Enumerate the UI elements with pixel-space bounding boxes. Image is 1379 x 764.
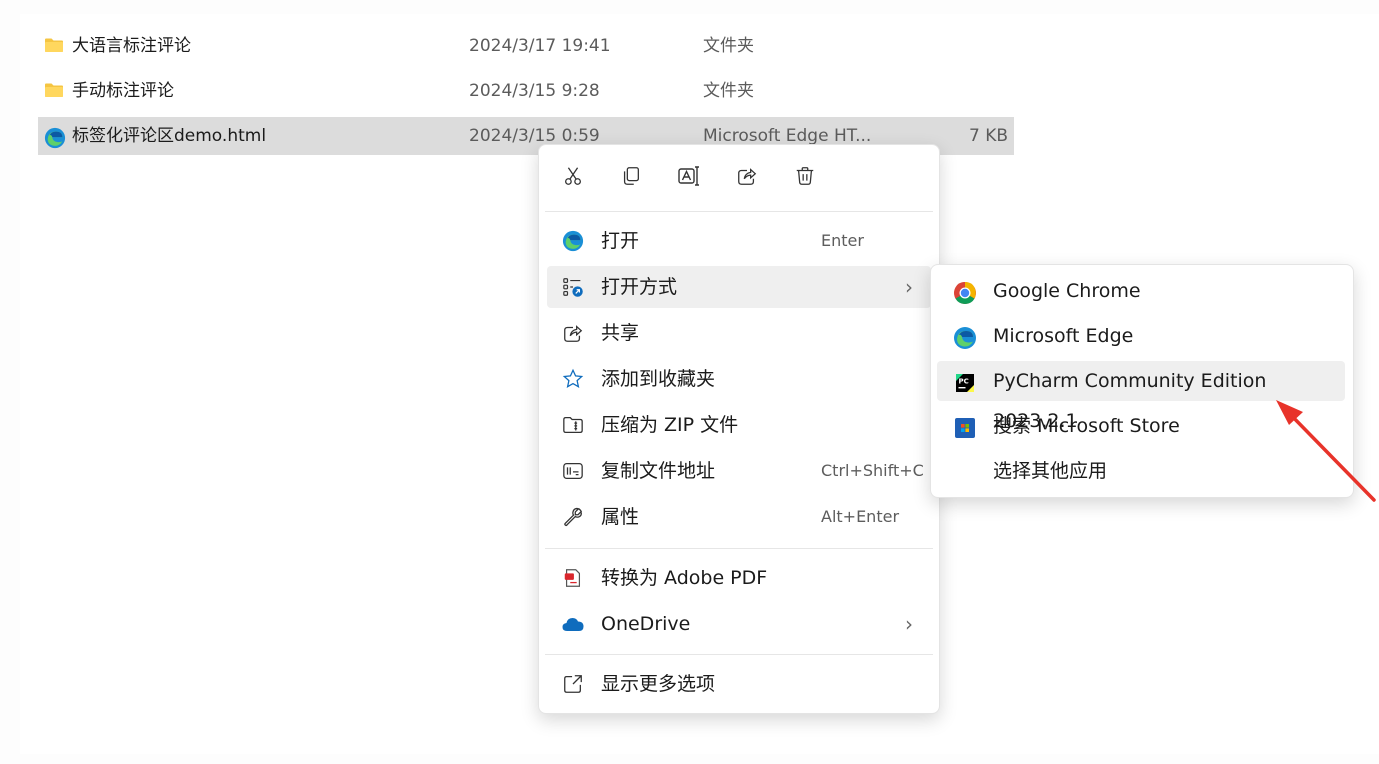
menu-item-label: 复制文件地址 (601, 460, 716, 482)
zip-icon (561, 413, 585, 437)
chrome-icon (953, 279, 977, 304)
file-date: 2024/3/15 9:28 (469, 81, 600, 101)
file-type: 文件夹 (703, 36, 754, 56)
more-options-icon (561, 672, 585, 696)
menu-item-add-favorite[interactable]: 添加到收藏夹 (547, 358, 931, 400)
menu-item-label: 压缩为 ZIP 文件 (601, 414, 739, 436)
menu-divider (545, 548, 933, 549)
menu-item-shortcut: Alt+Enter (821, 507, 900, 526)
share-icon (561, 321, 585, 345)
menu-item-label: 转换为 Adobe PDF (601, 567, 768, 589)
menu-item-show-more[interactable]: 显示更多选项 (547, 663, 931, 705)
file-type: 文件夹 (703, 81, 754, 101)
menu-item-label: 共享 (601, 322, 640, 344)
menu-item-open-with[interactable]: 打开方式 › (547, 266, 931, 308)
file-row-folder-2[interactable]: 手动标注评论 2024/3/15 9:28 文件夹 (38, 72, 1014, 110)
open-with-submenu: Google Chrome Microsoft Edge PC PyCharm … (930, 264, 1354, 498)
file-name: 大语言标注评论 (72, 36, 191, 56)
menu-item-copy-path[interactable]: 复制文件地址 Ctrl+Shift+C (547, 450, 931, 492)
cut-button[interactable] (557, 162, 589, 194)
share-icon (736, 165, 758, 191)
menu-item-share[interactable]: 共享 (547, 312, 931, 354)
open-with-icon (561, 275, 585, 299)
delete-button[interactable] (789, 162, 821, 194)
menu-item-label: OneDrive (601, 613, 691, 635)
store-icon (953, 414, 977, 438)
menu-item-label: 显示更多选项 (601, 673, 716, 695)
menu-item-open[interactable]: 打开 Enter (547, 220, 931, 262)
share-button[interactable] (731, 162, 763, 194)
menu-item-label: 添加到收藏夹 (601, 368, 716, 390)
submenu-item-edge[interactable]: Microsoft Edge (937, 316, 1345, 356)
pdf-icon (561, 566, 585, 590)
menu-divider (545, 211, 933, 212)
star-icon (561, 367, 585, 391)
pycharm-icon: PC (953, 369, 977, 393)
edge-icon (44, 125, 66, 163)
submenu-item-chrome[interactable]: Google Chrome (937, 271, 1345, 311)
copy-path-icon (561, 459, 585, 483)
file-size: 7 KB (968, 126, 1008, 146)
menu-item-convert-pdf[interactable]: 转换为 Adobe PDF (547, 557, 931, 599)
submenu-item-label: 搜索 Microsoft Store (993, 415, 1180, 437)
submenu-item-store[interactable]: 搜索 Microsoft Store (937, 406, 1345, 446)
context-menu: 打开 Enter 打开方式 › 共享 添加到收藏夹 压缩为 ZIP 文件 复制文… (538, 144, 940, 714)
chevron-right-icon: › (905, 612, 913, 636)
file-name: 标签化评论区demo.html (72, 126, 267, 146)
rename-button[interactable] (673, 162, 705, 194)
delete-icon (794, 165, 816, 191)
svg-text:PC: PC (959, 378, 969, 386)
menu-item-compress-zip[interactable]: 压缩为 ZIP 文件 (547, 404, 931, 446)
cut-icon (562, 165, 584, 191)
submenu-item-choose-other[interactable]: 选择其他应用 (937, 451, 1345, 491)
rename-icon (677, 164, 701, 192)
onedrive-icon (561, 612, 585, 636)
copy-icon (620, 165, 642, 191)
menu-item-shortcut: Enter (821, 231, 864, 250)
edge-icon (561, 229, 585, 253)
menu-item-properties[interactable]: 属性 Alt+Enter (547, 496, 931, 538)
menu-item-label: 属性 (601, 506, 640, 528)
file-row-folder-1[interactable]: 大语言标注评论 2024/3/17 19:41 文件夹 (38, 27, 1014, 65)
file-name: 手动标注评论 (72, 81, 174, 101)
menu-divider (545, 654, 933, 655)
submenu-item-label: Google Chrome (993, 280, 1141, 302)
menu-item-shortcut: Ctrl+Shift+C (821, 461, 924, 480)
folder-icon (44, 37, 64, 53)
submenu-item-label: Microsoft Edge (993, 325, 1134, 347)
menu-item-onedrive[interactable]: OneDrive › (547, 603, 931, 645)
chevron-right-icon: › (905, 275, 913, 299)
menu-item-label: 打开方式 (601, 276, 678, 298)
menu-item-label: 打开 (601, 230, 640, 252)
file-date: 2024/3/17 19:41 (469, 36, 611, 56)
wrench-icon (561, 505, 585, 529)
edge-icon (953, 324, 977, 349)
submenu-item-pycharm[interactable]: PC PyCharm Community Edition 2023.2.1 (937, 361, 1345, 432)
quick-action-bar (539, 145, 939, 211)
folder-icon (44, 82, 64, 98)
submenu-item-label: 选择其他应用 (993, 460, 1108, 482)
copy-button[interactable] (615, 162, 647, 194)
